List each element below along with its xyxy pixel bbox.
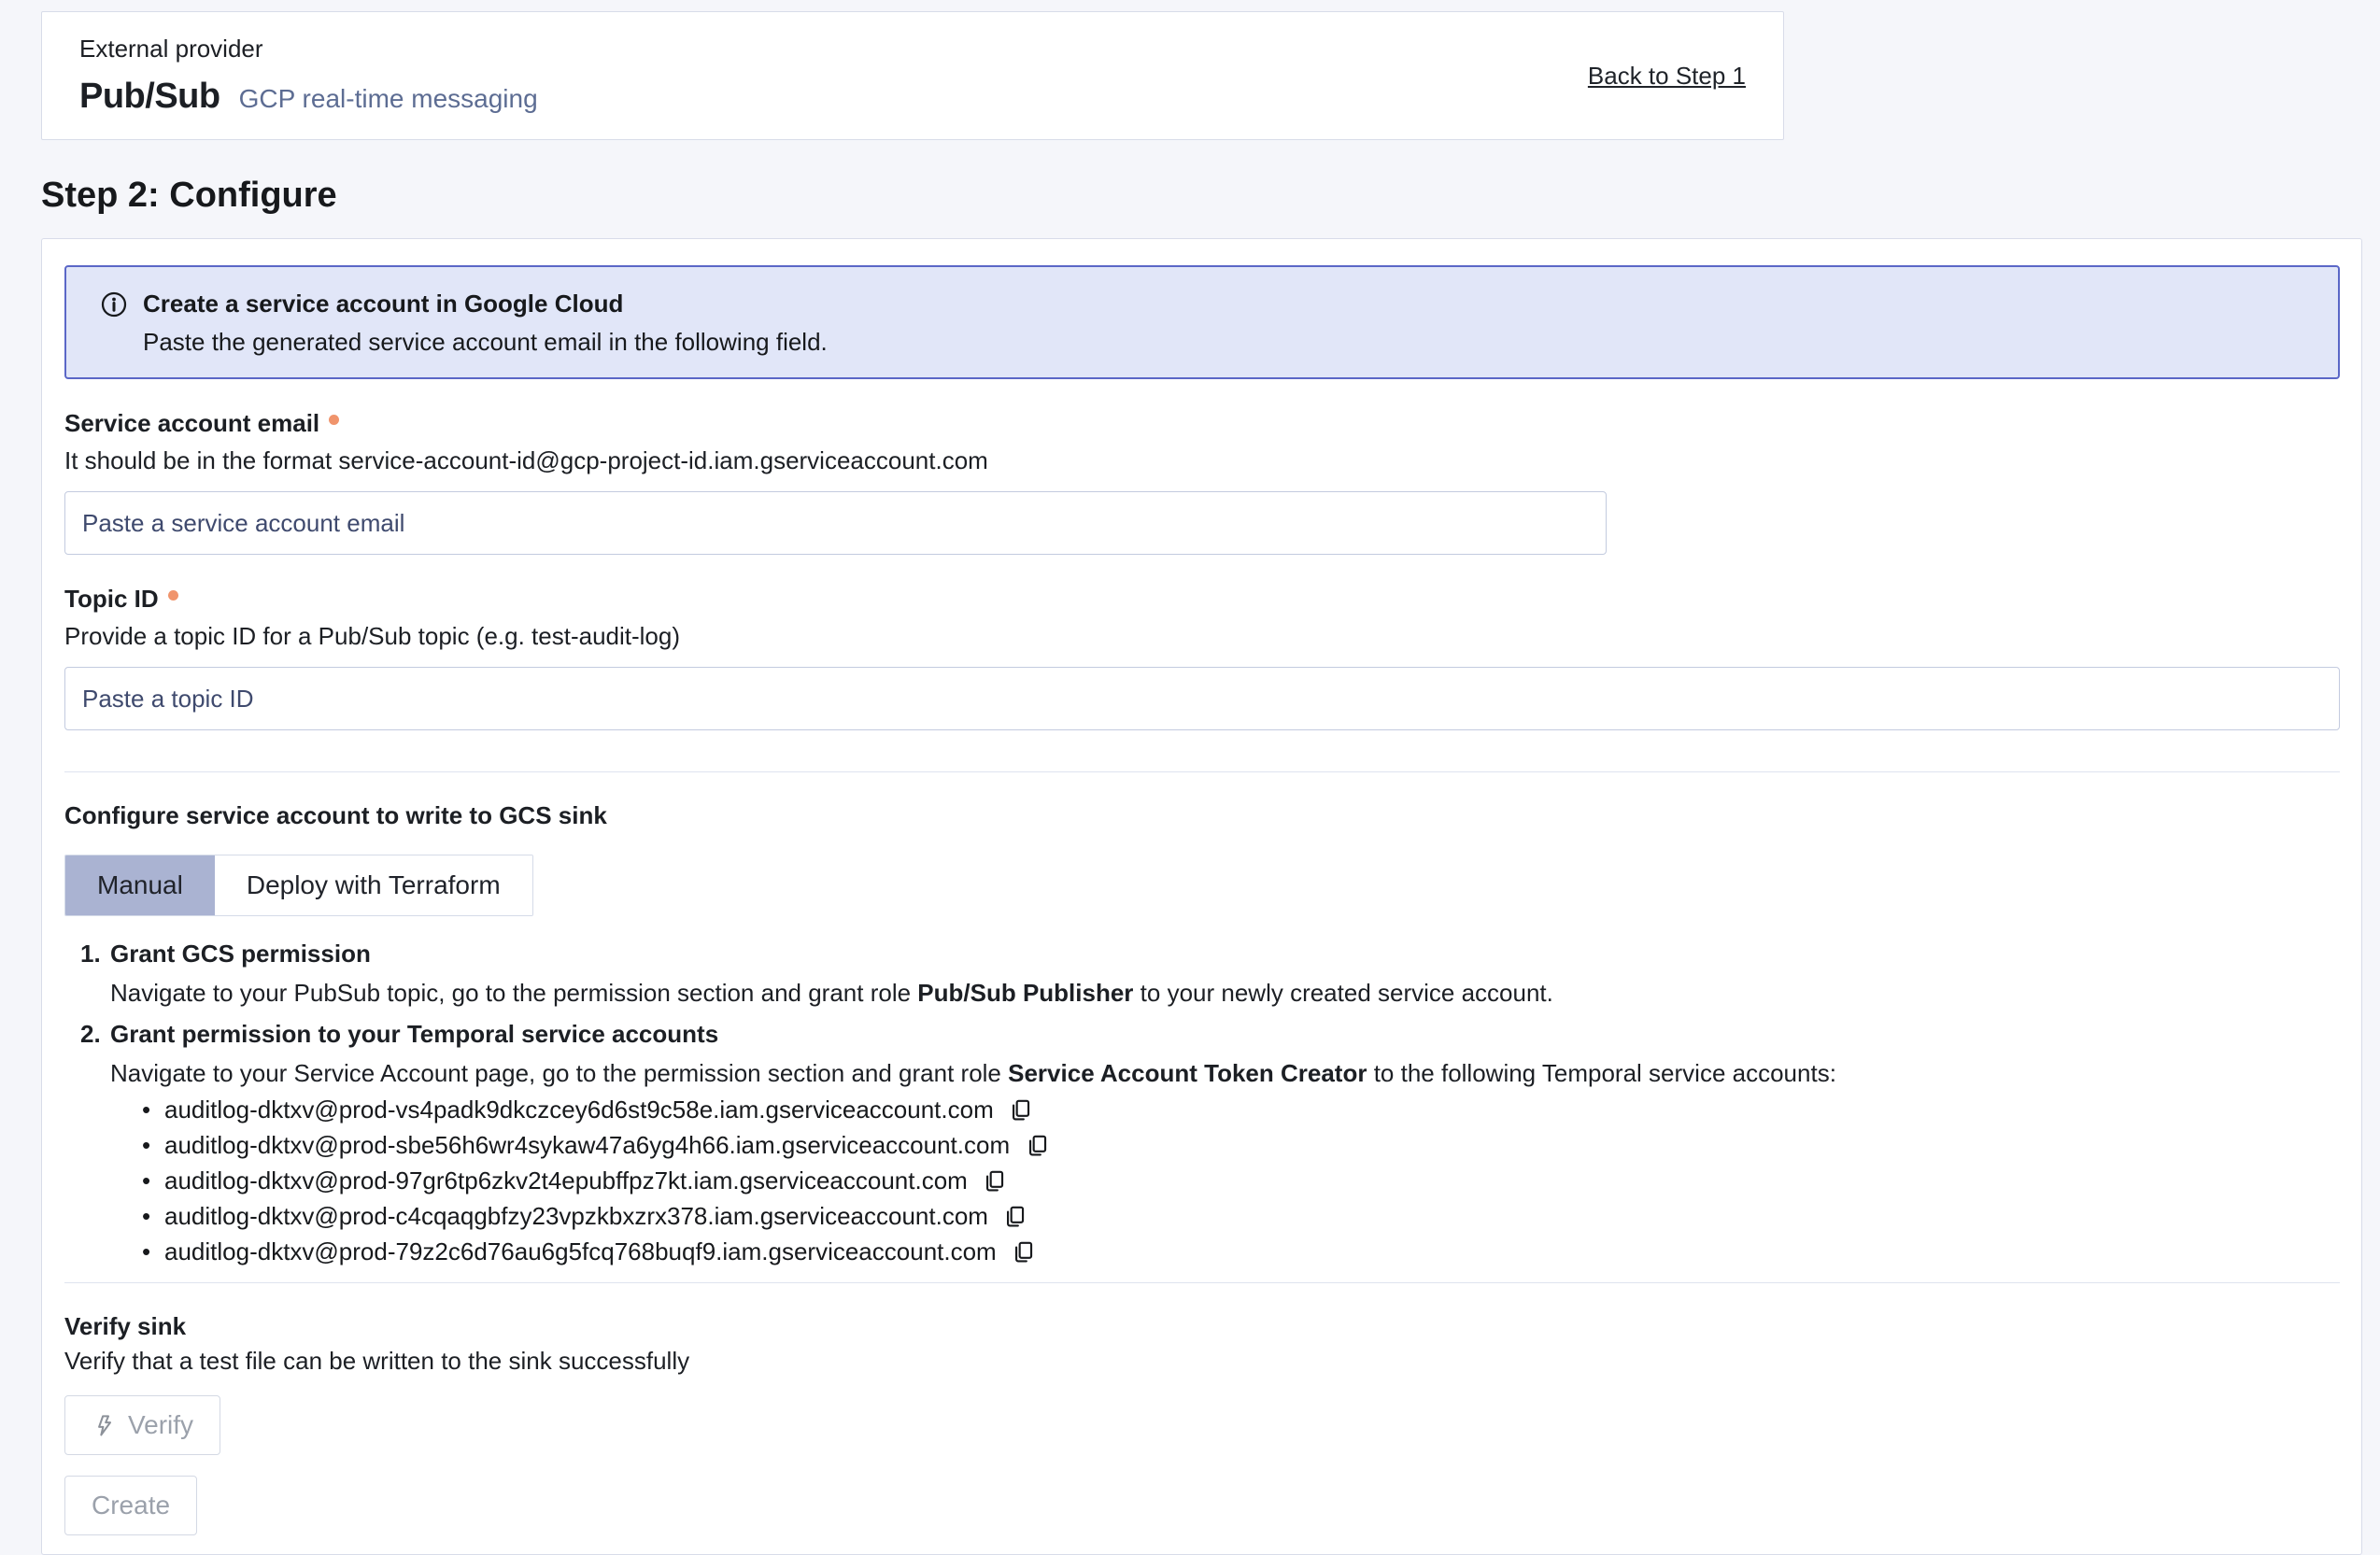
provider-name: Pub/Sub (79, 77, 220, 117)
service-account-email-label: Service account email (64, 407, 319, 439)
copy-icon[interactable] (1023, 1131, 1051, 1159)
copy-icon[interactable] (1007, 1096, 1035, 1124)
step-text: Navigate to your PubSub topic, go to the… (110, 979, 917, 1007)
service-account-row: • auditlog-dktxv@prod-97gr6tp6zkv2t4epub… (110, 1163, 2340, 1198)
section-divider (64, 771, 2340, 772)
configure-method-tabs: Manual Deploy with Terraform (64, 855, 533, 916)
service-account-row: • auditlog-dktxv@prod-vs4padk9dkczcey6d6… (110, 1092, 2340, 1127)
create-button-label: Create (92, 1491, 170, 1520)
create-button[interactable]: Create (64, 1476, 197, 1535)
topic-id-label: Topic ID (64, 583, 159, 615)
zap-icon (92, 1413, 117, 1438)
service-account-email-hint: It should be in the format service-accou… (64, 445, 2340, 476)
verify-sink-description: Verify that a test file can be written t… (64, 1345, 2340, 1377)
section-divider (64, 1282, 2340, 1283)
copy-icon[interactable] (981, 1166, 1009, 1195)
copy-icon[interactable] (1001, 1202, 1029, 1230)
topic-id-input[interactable] (64, 667, 2340, 730)
tab-manual[interactable]: Manual (65, 855, 215, 915)
service-account-row: • auditlog-dktxv@prod-sbe56h6wr4sykaw47a… (110, 1127, 2340, 1163)
provider-info: External provider Pub/Sub GCP real-time … (79, 35, 538, 117)
service-account-email: auditlog-dktxv@prod-vs4padk9dkczcey6d6st… (164, 1096, 994, 1124)
role-name: Service Account Token Creator (1008, 1059, 1367, 1087)
provider-eyebrow: External provider (79, 35, 538, 64)
copy-icon[interactable] (1010, 1237, 1038, 1265)
configure-card: Create a service account in Google Cloud… (41, 238, 2362, 1555)
service-account-email-input[interactable] (64, 491, 1607, 555)
service-account-list: • auditlog-dktxv@prod-vs4padk9dkczcey6d6… (110, 1092, 2340, 1269)
topic-id-hint: Provide a topic ID for a Pub/Sub topic (… (64, 620, 2340, 652)
step-title: Grant GCS permission (110, 935, 2340, 972)
required-indicator (329, 415, 339, 425)
page-title: Step 2: Configure (41, 176, 2380, 216)
provider-card: External provider Pub/Sub GCP real-time … (41, 11, 1784, 140)
bullet: • (142, 1096, 164, 1124)
service-account-email: auditlog-dktxv@prod-sbe56h6wr4sykaw47a6y… (164, 1131, 1010, 1160)
bullet: • (142, 1131, 164, 1160)
info-icon (100, 290, 128, 318)
step-description: Navigate to your PubSub topic, go to the… (110, 974, 2340, 1011)
service-account-row: • auditlog-dktxv@prod-c4cqaqgbfzy23vpzkb… (110, 1198, 2340, 1234)
provider-subtitle: GCP real-time messaging (239, 84, 538, 114)
manual-steps: 1. Grant GCS permission Navigate to your… (64, 935, 2340, 1269)
step-title: Grant permission to your Temporal servic… (110, 1015, 2340, 1053)
verify-button-label: Verify (128, 1410, 193, 1440)
back-to-step-1-link[interactable]: Back to Step 1 (1588, 62, 1746, 91)
step-number: 1. (80, 935, 101, 972)
step-description: Navigate to your Service Account page, g… (110, 1054, 2340, 1092)
info-banner-description: Paste the generated service account emai… (143, 328, 2312, 357)
service-account-email: auditlog-dktxv@prod-79z2c6d76au6g5fcq768… (164, 1237, 997, 1266)
step-text: to the following Temporal service accoun… (1367, 1059, 1835, 1087)
step-grant-gcs-permission: 1. Grant GCS permission Navigate to your… (64, 935, 2340, 1011)
step-number: 2. (80, 1015, 101, 1053)
role-name: Pub/Sub Publisher (917, 979, 1133, 1007)
required-indicator (168, 590, 178, 601)
verify-sink-title: Verify sink (64, 1309, 2340, 1343)
service-account-email: auditlog-dktxv@prod-97gr6tp6zkv2t4epubff… (164, 1166, 968, 1195)
service-account-row: • auditlog-dktxv@prod-79z2c6d76au6g5fcq7… (110, 1234, 2340, 1269)
tab-deploy-with-terraform[interactable]: Deploy with Terraform (215, 855, 532, 915)
configure-section-title: Configure service account to write to GC… (64, 799, 2340, 832)
verify-button[interactable]: Verify (64, 1395, 220, 1455)
service-account-email: auditlog-dktxv@prod-c4cqaqgbfzy23vpzkbxz… (164, 1202, 988, 1231)
info-banner-title: Create a service account in Google Cloud (143, 290, 623, 318)
step-text: Navigate to your Service Account page, g… (110, 1059, 1008, 1087)
step-text: to your newly created service account. (1133, 979, 1552, 1007)
step-grant-temporal-permission: 2. Grant permission to your Temporal ser… (64, 1015, 2340, 1269)
bullet: • (142, 1237, 164, 1266)
bullet: • (142, 1202, 164, 1231)
info-banner: Create a service account in Google Cloud… (64, 265, 2340, 379)
bullet: • (142, 1166, 164, 1195)
